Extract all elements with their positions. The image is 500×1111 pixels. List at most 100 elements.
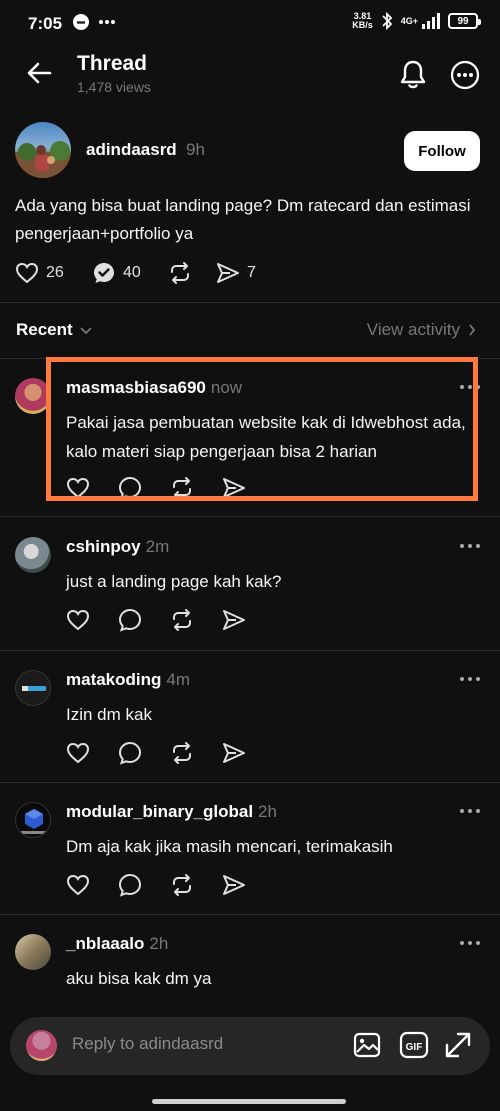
page-title: Thread	[77, 52, 148, 75]
comment-icon[interactable]	[118, 608, 142, 632]
status-time: 7:05	[28, 14, 63, 33]
status-left-icons	[72, 13, 116, 31]
repost-icon[interactable]	[170, 608, 194, 632]
repost-icon[interactable]	[170, 741, 194, 765]
svg-text:GIF: GIF	[406, 1042, 423, 1053]
gif-icon[interactable]: GIF	[399, 1030, 429, 1060]
divider	[0, 914, 500, 915]
divider	[0, 782, 500, 783]
reply-item: masmasbiasa690 now Pakai jasa pembuatan w…	[0, 378, 500, 502]
view-activity-label: View activity	[366, 320, 460, 339]
avatar[interactable]	[15, 802, 51, 838]
repost-icon[interactable]	[170, 476, 194, 500]
reply-item: matakoding 4m Izin dm kak	[0, 670, 500, 770]
sort-label: Recent	[16, 320, 73, 339]
bell-icon[interactable]	[398, 58, 428, 90]
post-actions: 26 40 7	[15, 258, 256, 288]
more-options-icon[interactable]	[458, 938, 482, 948]
filter-row: Recent View activity	[0, 315, 500, 347]
signal-icon	[422, 13, 440, 29]
reply-item: _nblaaalo 2h aku bisa kak dm ya	[0, 934, 500, 1014]
more-options-icon[interactable]	[450, 60, 480, 90]
like-count: 26	[46, 264, 64, 281]
heart-icon[interactable]	[66, 874, 90, 896]
reply-text: just a landing page kah kak?	[66, 572, 282, 591]
reply-actions	[66, 608, 246, 632]
network-type: 4G+	[400, 16, 418, 26]
avatar[interactable]	[15, 537, 51, 573]
divider	[0, 302, 500, 303]
share-count: 7	[247, 264, 256, 281]
repost-button[interactable]	[168, 261, 216, 285]
heart-icon[interactable]	[66, 477, 90, 499]
reply-bubble-icon	[94, 263, 114, 283]
reply-item: cshinpoy 2m just a landing page kah kak?	[0, 537, 500, 637]
home-indicator[interactable]	[152, 1099, 346, 1104]
views-count: 1,478 views	[77, 79, 151, 95]
comment-icon[interactable]	[118, 741, 142, 765]
like-button[interactable]: 26	[15, 262, 92, 284]
reply-actions	[66, 476, 246, 500]
more-options-icon[interactable]	[458, 541, 482, 551]
reply-username[interactable]: masmasbiasa690 now	[66, 378, 242, 398]
more-notifications-icon	[99, 20, 115, 24]
reply-username[interactable]: matakoding 4m	[66, 670, 190, 690]
original-post: adindaasrd 9h Follow Ada yang bisa buat …	[0, 118, 500, 302]
share-button[interactable]: 7	[216, 262, 256, 284]
view-activity-link[interactable]: View activity	[367, 320, 476, 340]
chevron-down-icon	[80, 327, 92, 335]
comment-icon[interactable]	[118, 873, 142, 897]
more-options-icon[interactable]	[458, 674, 482, 684]
reply-time: 2m	[145, 537, 170, 556]
send-icon[interactable]	[222, 742, 246, 764]
more-options-icon[interactable]	[458, 806, 482, 816]
reply-input[interactable]: Reply to adindaasrd	[72, 1034, 223, 1054]
avatar[interactable]	[15, 670, 51, 706]
comment-icon[interactable]	[118, 476, 142, 500]
heart-icon[interactable]	[66, 742, 90, 764]
battery-icon: 99	[448, 13, 481, 29]
reply-time: 4m	[166, 670, 191, 689]
heart-icon[interactable]	[66, 609, 90, 631]
divider	[0, 650, 500, 651]
reply-text: Izin dm kak	[66, 705, 152, 724]
send-icon[interactable]	[222, 477, 246, 499]
sort-dropdown[interactable]: Recent	[16, 320, 93, 340]
repost-icon[interactable]	[170, 873, 194, 897]
avatar[interactable]	[15, 934, 51, 970]
matakoding-logo-icon	[22, 686, 46, 691]
reply-text: aku bisa kak dm ya	[66, 969, 212, 988]
reply-username[interactable]: modular_binary_global 2h	[66, 802, 277, 822]
reply-button[interactable]: 40	[92, 261, 168, 285]
send-icon	[217, 263, 239, 283]
reply-username[interactable]: _nblaaalo 2h	[66, 934, 168, 954]
reply-username[interactable]: cshinpoy 2m	[66, 537, 169, 557]
bluetooth-icon	[382, 12, 393, 30]
follow-button[interactable]: Follow	[404, 131, 480, 171]
image-icon[interactable]	[352, 1030, 382, 1060]
net-speed: 3.81 KB/s	[352, 11, 373, 30]
avatar[interactable]	[15, 378, 51, 414]
reply-text: Pakai jasa pembuatan website kak di Idwe…	[66, 413, 466, 461]
divider	[0, 358, 500, 359]
back-button[interactable]	[24, 58, 54, 88]
post-username[interactable]: adindaasrd	[86, 140, 177, 160]
heart-icon	[15, 262, 39, 284]
status-right: 3.81 KB/s 4G+ 99	[352, 11, 481, 30]
threads-notification-icon	[73, 14, 89, 30]
reply-item: modular_binary_global 2h Dm aja kak jika …	[0, 802, 500, 902]
divider	[0, 516, 500, 517]
status-bar: 7:05 3.81 KB/s 4G+ 99	[0, 0, 500, 46]
reply-actions	[66, 873, 246, 897]
avatar	[26, 1030, 57, 1061]
avatar-image	[15, 141, 71, 178]
avatar[interactable]	[15, 122, 71, 178]
reply-text: Dm aja kak jika masih mencari, terimakas…	[66, 837, 393, 856]
expand-icon[interactable]	[443, 1030, 473, 1060]
repost-icon	[171, 262, 189, 284]
send-icon[interactable]	[222, 874, 246, 896]
send-icon[interactable]	[222, 609, 246, 631]
more-options-icon[interactable]	[458, 382, 482, 392]
chevron-right-icon	[469, 324, 476, 336]
reply-composer[interactable]: Reply to adindaasrd GIF	[10, 1017, 490, 1075]
